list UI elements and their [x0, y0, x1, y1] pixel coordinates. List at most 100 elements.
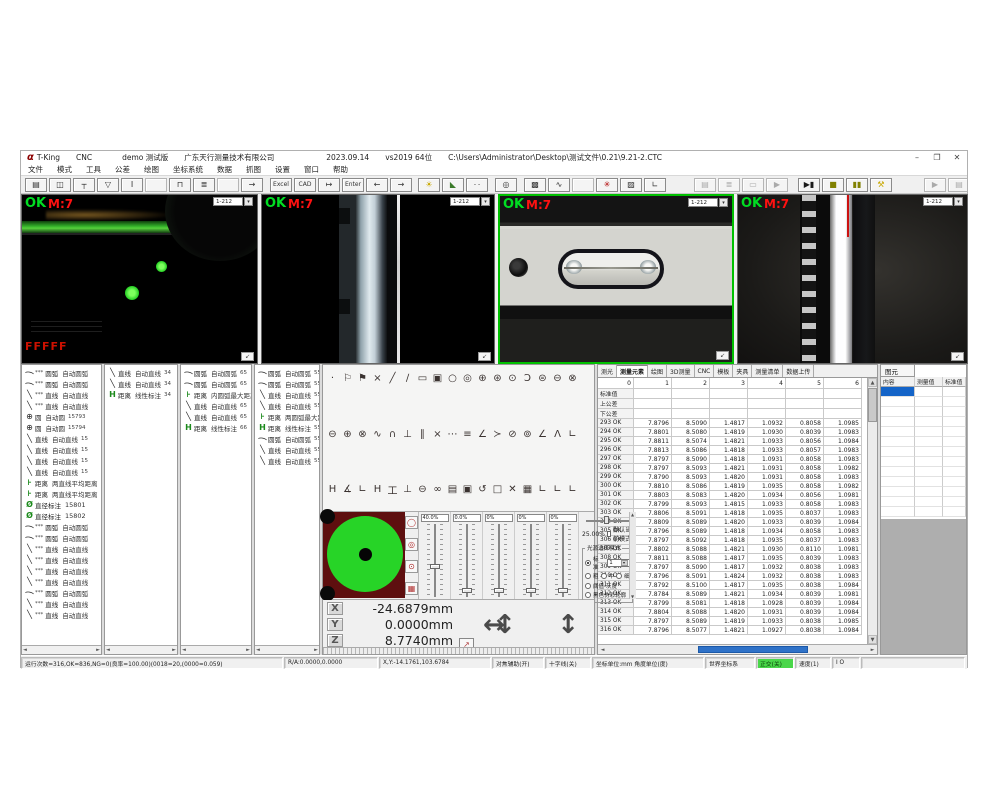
stop-button[interactable]: ■ — [822, 178, 844, 192]
camera-view-3-selected[interactable]: OK M:7 1-212 ▾ ↙ — [498, 194, 734, 364]
slider-track[interactable] — [523, 524, 539, 597]
excel-export-button[interactable]: Excel — [270, 178, 292, 192]
corner-tool[interactable]: ∟ — [565, 427, 580, 442]
ring-outer-light-button[interactable]: ◯ — [405, 516, 418, 529]
list-item[interactable]: (***圆弧自动圆弧 — [22, 521, 101, 532]
tab-element[interactable]: 图元 — [881, 365, 915, 377]
y-axis-icon[interactable]: Y — [327, 618, 343, 631]
table-row[interactable]: 300 OK7.88108.50861.48191.09350.80581.09… — [598, 482, 867, 491]
slider-track[interactable] — [555, 524, 571, 597]
table-row[interactable]: 312 OK7.87848.50891.48211.09340.80391.09… — [598, 590, 867, 599]
list-item[interactable]: (圆弧自动圆弧65 — [181, 367, 251, 378]
peak-tool[interactable]: Λ — [550, 427, 565, 442]
rect-grid-tool[interactable]: ▣ — [430, 371, 445, 386]
h-scrollbar[interactable]: ◄► — [105, 645, 177, 654]
table-row-上公差[interactable]: 上公差 — [598, 399, 867, 409]
status-世界坐标系[interactable]: 世界坐标系 — [705, 657, 755, 669]
table-row[interactable]: 311 OK7.87928.51001.48171.09350.80381.09… — [598, 581, 867, 590]
list-item[interactable]: (圆弧自动圆弧55 — [255, 367, 319, 378]
coord-z-tool[interactable]: ∟ — [565, 482, 580, 497]
magnifier-button[interactable]: ◎ — [495, 178, 517, 192]
camera-resize-handle[interactable]: ↙ — [241, 352, 254, 361]
tab-模板[interactable]: 模板 — [714, 365, 733, 377]
light-button[interactable]: ☀ — [418, 178, 440, 192]
element-row[interactable] — [881, 447, 966, 457]
pause-button[interactable]: ▮▮ — [846, 178, 868, 192]
camera-resize-handle[interactable]: ↙ — [478, 352, 491, 361]
ellipse-cross-tool[interactable]: ⊕ — [340, 427, 355, 442]
list-item[interactable]: Η距离线性标注34 — [105, 389, 177, 400]
close-button[interactable]: ✕ — [947, 153, 967, 162]
menu-item-抓图[interactable]: 抓图 — [239, 164, 268, 175]
z-axis-icon[interactable]: Z — [327, 634, 343, 647]
scroll-up-icon[interactable]: ▲ — [868, 378, 877, 387]
cross-tool[interactable]: × — [430, 427, 445, 442]
menu-item-设置[interactable]: 设置 — [268, 164, 297, 175]
coord-x-tool[interactable]: ∟ — [535, 482, 550, 497]
chart-axes-button[interactable]: ∟ — [644, 178, 666, 192]
scroll-right-icon[interactable]: ► — [868, 647, 877, 653]
element-row[interactable] — [881, 427, 966, 437]
ellipse-tool[interactable]: ⊖ — [325, 427, 340, 442]
h-scrollbar[interactable]: ◄► — [181, 645, 251, 654]
run-tool-button[interactable]: ⚒ — [870, 178, 892, 192]
intersection-tool[interactable]: × — [370, 371, 385, 386]
menu-item-公差[interactable]: 公差 — [108, 164, 137, 175]
chevron-down-icon[interactable]: ▾ — [244, 197, 253, 206]
image-view-button[interactable]: ◣ — [442, 178, 464, 192]
list-item[interactable]: ╲***直线自动直线 — [22, 543, 101, 554]
save-2-button[interactable]: ▤ — [694, 178, 716, 192]
calculator-tool[interactable]: ▦ — [520, 482, 535, 497]
camera-resize-handle[interactable]: ↙ — [716, 351, 729, 360]
list-item[interactable]: ╲***直线自动直线 — [22, 598, 101, 609]
slider-track[interactable] — [459, 524, 475, 597]
table-row[interactable]: 308 OK7.88118.50881.48171.09350.80391.09… — [598, 554, 867, 563]
save-3-button[interactable]: ▤ — [948, 178, 967, 192]
table-row-标准值[interactable]: 标准值 — [598, 389, 867, 399]
backlight-button[interactable]: ▦ — [405, 582, 418, 595]
points-tool[interactable]: ⋯ — [445, 427, 460, 442]
slider-track[interactable] — [427, 524, 443, 597]
camera-resize-handle[interactable]: ↙ — [951, 352, 964, 361]
tab-3D测量[interactable]: 3D测量 — [667, 365, 694, 377]
print-button[interactable]: ≣ — [718, 178, 740, 192]
probe-button[interactable]: ┬ — [73, 178, 95, 192]
ring-light-preview[interactable] — [323, 512, 405, 598]
menu-item-窗口[interactable]: 窗口 — [297, 164, 326, 175]
circle-tool[interactable]: ○ — [445, 371, 460, 386]
line-tool[interactable]: ╱ — [385, 371, 400, 386]
v-scrollbar[interactable]: ▲▼ — [629, 512, 636, 599]
minimize-button[interactable]: – — [907, 153, 927, 162]
table-row[interactable]: 303 OK7.88068.50911.48181.09350.80371.09… — [598, 509, 867, 518]
drop-dim-tool[interactable]: ⊥ — [400, 482, 415, 497]
menu-item-坐标系统[interactable]: 坐标系统 — [166, 164, 210, 175]
keyboard-tool[interactable]: ▤ — [445, 482, 460, 497]
polyline-tool[interactable]: ∕ — [400, 371, 415, 386]
zoom-minus-button[interactable]: - - — [466, 178, 488, 192]
table-row[interactable]: 309 OK7.87978.50901.48171.09320.80381.09… — [598, 563, 867, 572]
list-item[interactable]: ╲直线自动直线34 — [105, 378, 177, 389]
list-item[interactable]: (***圆弧自动圆弧 — [22, 367, 101, 378]
table-row[interactable]: 295 OK7.88118.50741.48211.09330.80561.09… — [598, 437, 867, 446]
tab-测光[interactable]: 测光 — [598, 365, 617, 377]
circle-dense-tool[interactable]: ⊛ — [490, 371, 505, 386]
circle-target-tool[interactable]: ⊚ — [520, 427, 535, 442]
list-item[interactable]: ╲***直线自动直线 — [22, 554, 101, 565]
camera-selector[interactable]: 1-212 — [450, 197, 480, 206]
element-row[interactable] — [881, 467, 966, 477]
standard-radio[interactable] — [585, 560, 591, 566]
flag-tool[interactable]: ⚐ — [340, 371, 355, 386]
list-item[interactable]: ╲直线自动直线55 — [255, 389, 319, 400]
table-row[interactable]: 293 OK7.87968.50901.48171.09320.80581.09… — [598, 419, 867, 428]
parallel-tool[interactable]: ∥ — [415, 427, 430, 442]
slider-thumb[interactable] — [526, 588, 536, 593]
column-tool-button[interactable]: I — [121, 178, 143, 192]
table-row[interactable]: 314 OK7.88048.50881.48201.09310.80391.09… — [598, 608, 867, 617]
circle-dot-tool[interactable]: ⊙ — [505, 371, 520, 386]
menu-item-文件[interactable]: 文件 — [21, 164, 50, 175]
list-item[interactable]: ╲***直线自动直线 — [22, 609, 101, 620]
camera-selector[interactable]: 1-212 — [923, 197, 953, 206]
list-item[interactable]: (***圆弧自动圆弧 — [22, 532, 101, 543]
light-index-combobox[interactable]: 1▾ — [607, 559, 629, 567]
v-scrollbar[interactable]: ▲ ▼ — [867, 378, 877, 644]
